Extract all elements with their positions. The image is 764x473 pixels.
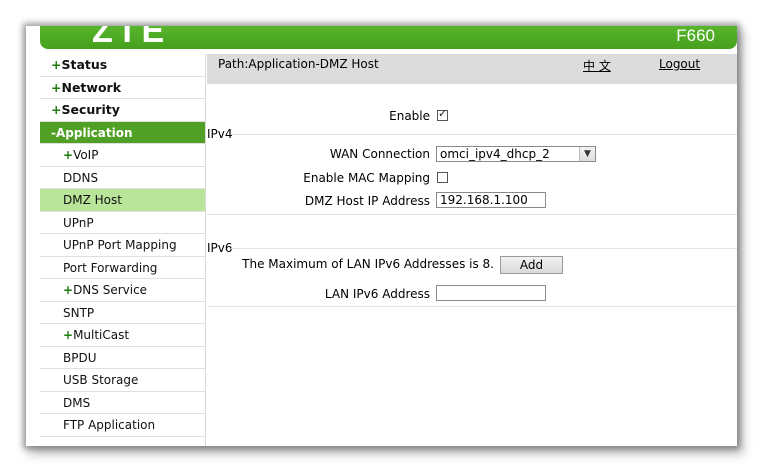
sidebar-item-label: DNS Service	[73, 283, 148, 297]
sidebar-item-label: UPnP Port Mapping	[63, 238, 177, 252]
sidebar-item-port-forwarding[interactable]: Port Forwarding	[40, 257, 205, 279]
expand-icon: +	[63, 148, 74, 162]
ipv4-divider	[231, 134, 737, 135]
lan-ipv6-input[interactable]	[436, 285, 546, 301]
sidebar-item-dns-service[interactable]: +DNS Service	[40, 279, 205, 302]
router-admin-window: ZTE F660 +Status +Network +Security -App…	[26, 26, 737, 446]
model-name: F660	[676, 26, 715, 45]
enable-label: Enable	[389, 109, 430, 123]
enable-checkbox[interactable]: ✓	[437, 107, 448, 121]
ipv6-section-title: IPv6	[207, 241, 233, 255]
sidebar-item-security[interactable]: +Security	[40, 99, 205, 122]
sidebar-item-label: Network	[61, 79, 122, 95]
sidebar-item-upnp[interactable]: UPnP	[40, 212, 205, 234]
sidebar-item-label: FTP Application	[63, 418, 156, 432]
sidebar-item-usb-storage[interactable]: USB Storage	[40, 369, 205, 392]
header-bar: ZTE F660	[40, 26, 737, 49]
sidebar-item-network[interactable]: +Network	[40, 77, 205, 99]
sidebar-item-voip[interactable]: +VoIP	[40, 144, 205, 167]
wan-connection-select[interactable]: omci_ipv4_dhcp_2 ▼	[436, 146, 596, 162]
expand-icon: +	[51, 79, 62, 95]
sidebar-item-label: DMZ Host	[63, 193, 122, 207]
sidebar-item-status[interactable]: +Status	[40, 54, 205, 77]
sidebar-item-label: SNTP	[63, 305, 95, 320]
add-button[interactable]: Add	[500, 256, 563, 274]
sidebar-item-label: DDNS	[63, 170, 99, 185]
sidebar-item-label: Port Forwarding	[63, 260, 158, 275]
sidebar-item-application[interactable]: -Application	[40, 121, 205, 144]
sidebar: +Status +Network +Security -Application …	[40, 54, 206, 446]
expand-icon: +	[51, 57, 62, 72]
sidebar-item-label: DMS	[63, 395, 91, 410]
path-bar: Path:Application-DMZ Host 中 文 Logout	[207, 54, 737, 84]
ipv4-bottom-divider	[207, 214, 737, 215]
lan-ipv6-label: LAN IPv6 Address	[324, 287, 430, 301]
sidebar-item-upnp-port-mapping[interactable]: UPnP Port Mapping	[40, 234, 205, 257]
dmz-ip-label: DMZ Host IP Address	[304, 194, 430, 208]
sidebar-item-label: USB Storage	[63, 373, 139, 387]
ipv4-section-title: IPv4	[207, 127, 233, 141]
breadcrumb: Path:Application-DMZ Host	[218, 57, 379, 71]
language-switch-link[interactable]: 中 文	[583, 57, 611, 74]
mac-mapping-checkbox[interactable]	[437, 172, 448, 183]
sidebar-item-label: BPDU	[63, 350, 97, 365]
mac-mapping-label: Enable MAC Mapping	[303, 171, 430, 185]
expand-icon: +	[63, 283, 74, 297]
sidebar-item-label: Status	[61, 57, 108, 72]
sidebar-item-label: MultiCast	[73, 328, 130, 342]
max-ipv6-text: The Maximum of LAN IPv6 Addresses is 8.	[242, 257, 494, 271]
expand-icon: +	[51, 102, 62, 117]
dmz-ip-input[interactable]	[436, 192, 546, 208]
wan-connection-label: WAN Connection	[329, 147, 430, 161]
chevron-down-icon[interactable]: ▼	[579, 147, 595, 161]
sidebar-item-label: VoIP	[73, 148, 99, 162]
wan-connection-value: omci_ipv4_dhcp_2	[440, 147, 550, 161]
sidebar-item-sntp[interactable]: SNTP	[40, 302, 205, 324]
sidebar-item-label: Security	[61, 102, 120, 117]
sidebar-item-bpdu[interactable]: BPDU	[40, 347, 205, 369]
zte-logo: ZTE	[92, 26, 169, 50]
sidebar-item-ddns[interactable]: DDNS	[40, 167, 205, 189]
logout-link[interactable]: Logout	[659, 57, 700, 71]
sidebar-item-label: UPnP	[63, 215, 94, 230]
sidebar-item-dmz-host[interactable]: DMZ Host	[40, 189, 205, 212]
expand-icon: +	[63, 328, 74, 342]
ipv6-bottom-divider	[207, 306, 737, 307]
ipv6-divider	[231, 248, 737, 249]
sidebar-item-multicast[interactable]: +MultiCast	[40, 324, 205, 347]
sidebar-item-ftp-application[interactable]: FTP Application	[40, 414, 205, 437]
sidebar-item-label: Application	[55, 125, 133, 140]
sidebar-item-dms[interactable]: DMS	[40, 392, 205, 414]
checkmark-icon: ✓	[438, 107, 448, 120]
